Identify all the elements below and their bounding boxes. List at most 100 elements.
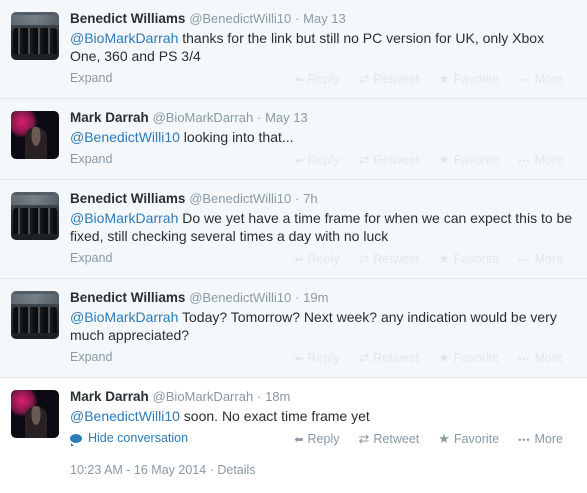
user-name[interactable]: Benedict Williams [70, 290, 185, 305]
tweet-header: Mark Darrah @BioMarkDarrah · 18m [70, 388, 577, 406]
separator: · [256, 110, 262, 125]
tweet-actions-row: Expand Reply Retweet Favorite More [70, 65, 577, 93]
mention-link[interactable]: @BioMarkDarrah [70, 210, 178, 226]
reply-button[interactable]: Reply [294, 251, 340, 267]
favorite-button[interactable]: Favorite [438, 350, 499, 366]
star-icon [438, 350, 450, 366]
user-name[interactable]: Benedict Williams [70, 191, 185, 206]
mention-link[interactable]: @BioMarkDarrah [70, 30, 178, 46]
more-button[interactable]: More [518, 71, 563, 87]
retweet-button[interactable]: Retweet [358, 152, 419, 168]
more-button[interactable]: More [518, 431, 563, 447]
mention-link[interactable]: @BenedictWilli10 [70, 129, 180, 145]
star-icon [438, 152, 450, 168]
user-name[interactable]: Mark Darrah [70, 110, 149, 125]
retweet-icon [358, 350, 369, 366]
tweet[interactable]: Benedict Williams @BenedictWilli10 · May… [0, 0, 587, 99]
retweet-button[interactable]: Retweet [358, 431, 419, 447]
mention-link[interactable]: @BenedictWilli10 [70, 408, 180, 424]
favorite-button[interactable]: Favorite [438, 152, 499, 168]
reply-button[interactable]: Reply [294, 71, 340, 87]
avatar[interactable] [11, 111, 59, 159]
full-timestamp: 10:23 AM - 16 May 2014 [70, 463, 207, 477]
more-dots-icon [518, 153, 530, 167]
tweet[interactable]: Benedict Williams @BenedictWilli10 · 19m… [0, 279, 587, 378]
tweet-header: Benedict Williams @BenedictWilli10 · 19m [70, 289, 577, 307]
focused-tweet[interactable]: Mark Darrah @BioMarkDarrah · 18m @Benedi… [0, 378, 587, 485]
tweet-time[interactable]: 18m [265, 389, 290, 404]
user-handle[interactable]: @BioMarkDarrah [153, 110, 254, 125]
user-name[interactable]: Mark Darrah [70, 389, 149, 404]
tweet-time[interactable]: 7h [303, 191, 317, 206]
tweet[interactable]: Benedict Williams @BenedictWilli10 · 7h … [0, 180, 587, 279]
retweet-button[interactable]: Retweet [358, 350, 419, 366]
retweet-icon [358, 152, 369, 168]
avatar[interactable] [11, 291, 59, 339]
separator: · [209, 463, 214, 477]
tweet-actions-row: Expand Reply Retweet Favorite More [70, 146, 577, 174]
expand-link[interactable]: Expand [70, 350, 112, 364]
user-name[interactable]: Benedict Williams [70, 11, 185, 26]
more-button[interactable]: More [518, 152, 563, 168]
reply-button[interactable]: Reply [294, 350, 340, 366]
more-dots-icon [518, 72, 530, 86]
star-icon [438, 71, 450, 87]
favorite-button[interactable]: Favorite [438, 251, 499, 267]
star-icon [438, 431, 450, 447]
favorite-button[interactable]: Favorite [438, 431, 499, 447]
more-dots-icon [518, 351, 530, 365]
reply-icon [294, 432, 303, 446]
tweet-time[interactable]: 19m [303, 290, 328, 305]
separator: · [295, 11, 300, 26]
more-label: More [534, 72, 563, 86]
favorite-label: Favorite [453, 351, 500, 365]
separator: · [295, 191, 300, 206]
reply-label: Reply [307, 351, 340, 365]
reply-button[interactable]: Reply [294, 152, 340, 168]
more-button[interactable]: More [518, 350, 563, 366]
hide-conversation-label: Hide conversation [88, 431, 189, 445]
reply-button[interactable]: Reply [294, 431, 340, 447]
tweet-actions-row: Hide conversation Reply Retweet Favorite… [70, 425, 577, 453]
user-handle[interactable]: @BioMarkDarrah [153, 389, 254, 404]
more-label: More [534, 351, 563, 365]
tweet-body: soon. No exact time frame yet [179, 408, 370, 424]
hide-conversation-link[interactable]: Hide conversation [70, 431, 189, 446]
retweet-label: Retweet [373, 351, 420, 365]
tweet-time[interactable]: May 13 [265, 110, 308, 125]
retweet-button[interactable]: Retweet [358, 71, 419, 87]
reply-label: Reply [307, 72, 340, 86]
tweet-header: Benedict Williams @BenedictWilli10 · May… [70, 10, 577, 28]
user-handle[interactable]: @BenedictWilli10 [189, 290, 291, 305]
tweet[interactable]: Mark Darrah @BioMarkDarrah · May 13 @Ben… [0, 99, 587, 180]
expand-link[interactable]: Expand [70, 71, 112, 85]
avatar[interactable] [11, 192, 59, 240]
tweet-text: @BenedictWilli10 soon. No exact time fra… [70, 407, 577, 425]
tweet-actions-row: Expand Reply Retweet Favorite More [70, 344, 577, 372]
tweet-footer: 10:23 AM - 16 May 2014 · Details [70, 453, 577, 485]
expand-link[interactable]: Expand [70, 251, 112, 265]
tweet-text: @BioMarkDarrah Today? Tomorrow? Next wee… [70, 308, 577, 344]
more-label: More [534, 432, 563, 446]
reply-icon [294, 153, 303, 167]
tweet-text: @BioMarkDarrah Do we yet have a time fra… [70, 209, 577, 245]
reply-icon [294, 351, 303, 365]
more-button[interactable]: More [518, 251, 563, 267]
retweet-icon [358, 71, 369, 87]
retweet-button[interactable]: Retweet [358, 251, 419, 267]
favorite-label: Favorite [453, 252, 500, 266]
user-handle[interactable]: @BenedictWilli10 [189, 11, 291, 26]
more-label: More [534, 153, 563, 167]
avatar[interactable] [11, 12, 59, 60]
mention-link[interactable]: @BioMarkDarrah [70, 309, 178, 325]
favorite-label: Favorite [453, 432, 500, 446]
expand-link[interactable]: Expand [70, 152, 112, 166]
details-link[interactable]: Details [217, 463, 255, 477]
tweet-time[interactable]: May 13 [303, 11, 346, 26]
reply-label: Reply [307, 252, 340, 266]
action-bar: Reply Retweet Favorite More [294, 431, 563, 447]
tweet-header: Mark Darrah @BioMarkDarrah · May 13 [70, 109, 577, 127]
favorite-button[interactable]: Favorite [438, 71, 499, 87]
avatar[interactable] [11, 390, 59, 438]
user-handle[interactable]: @BenedictWilli10 [189, 191, 291, 206]
